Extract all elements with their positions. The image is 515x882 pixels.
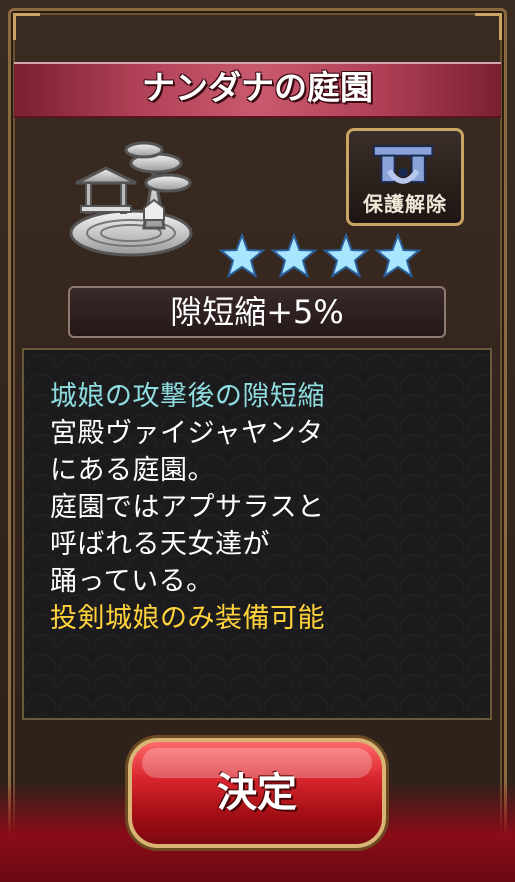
equip-restriction-note: 投剣城娘のみ装備可能	[50, 603, 325, 634]
item-detail-dialog: ナンダナの庭園 保護解除 隙短縮+5% 城娘の攻撃後の隙短縮 宮殿ヴァイジャヤン…	[0, 0, 515, 882]
flavor-line: 呼ばれる天女達が	[50, 529, 270, 560]
unprotect-label: 保護解除	[363, 192, 447, 216]
corner-ornament	[475, 13, 502, 40]
confirm-button[interactable]: 決定	[128, 738, 386, 848]
unprotect-button[interactable]: 保護解除	[346, 128, 464, 226]
description-text: 城娘の攻撃後の隙短縮 宮殿ヴァイジャヤンタ にある庭園。 庭園ではアプサラスと …	[50, 378, 470, 637]
star-icon	[322, 232, 370, 279]
effect-value: 隙短縮+5%	[170, 293, 344, 331]
effect-description: 城娘の攻撃後の隙短縮	[50, 381, 325, 412]
star-icon	[374, 232, 422, 279]
flavor-line: 宮殿ヴァイジャヤンタ	[50, 418, 324, 449]
item-title: ナンダナの庭園	[142, 68, 373, 107]
star-icon	[218, 232, 266, 279]
star-icon	[270, 232, 318, 279]
corner-ornament	[13, 13, 40, 40]
flavor-line: にある庭園。	[50, 455, 215, 486]
confirm-label: 決定	[217, 770, 297, 816]
flavor-line: 踊っている。	[50, 566, 214, 597]
garden-icon	[69, 141, 193, 257]
flavor-line: 庭園ではアプサラスと	[50, 492, 325, 523]
rarity-stars	[218, 232, 428, 280]
